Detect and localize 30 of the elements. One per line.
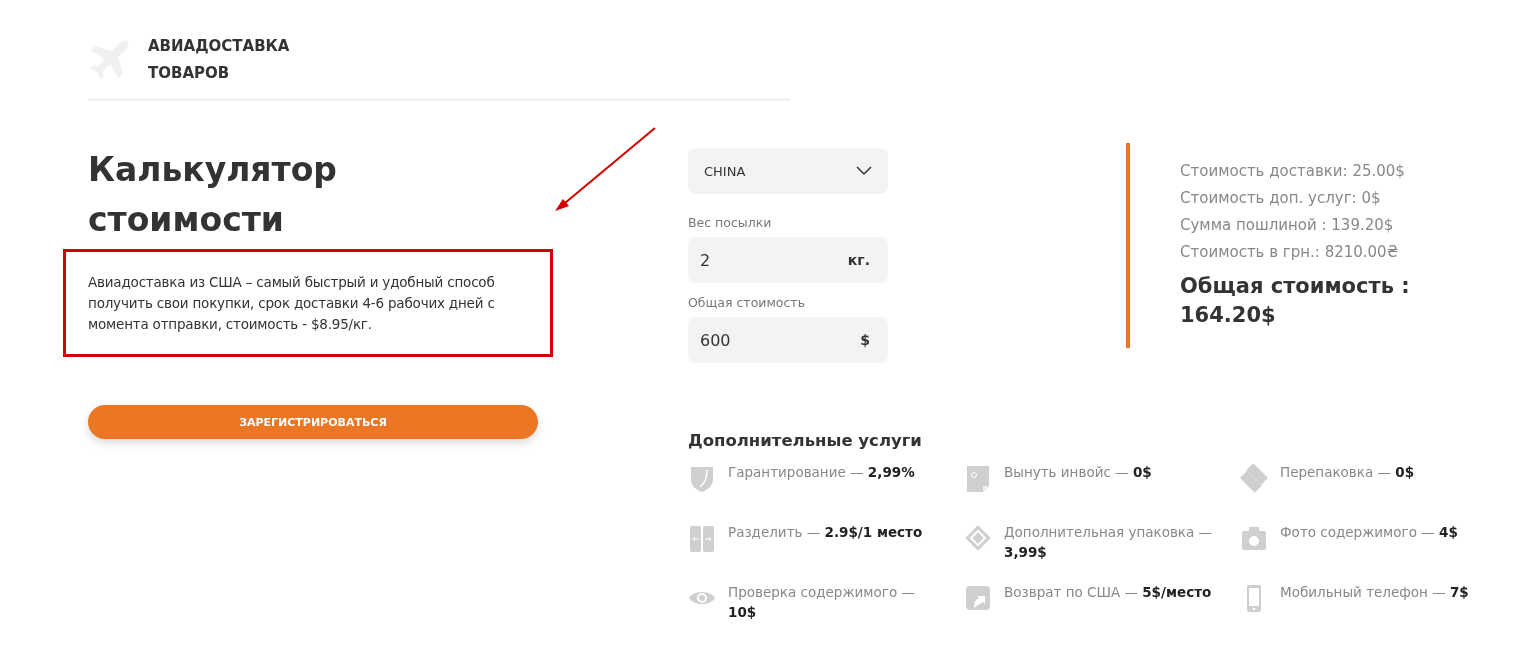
country-select[interactable]: CHINA: [688, 148, 888, 194]
summary-line: Стоимость доставки: 25.00$: [1180, 161, 1406, 182]
total-cost: Общая стоимость : 164.20$: [1180, 273, 1411, 329]
unit-label: $: [860, 332, 870, 348]
services-title: Дополнительные услуги: [688, 431, 923, 450]
service-label: Возврат по США — 5$/место: [1004, 583, 1213, 602]
chevron-icon: [856, 166, 872, 176]
summary-line: Сумма пошлиной : 139.20$: [1180, 215, 1395, 236]
input-field[interactable]: 2 кг.: [688, 237, 888, 283]
service-label: Гарантирование — 2,99%: [728, 463, 916, 482]
description: Авиадоставка из США – самый быстрый и удобный способ получить свои покупки, срок доставки 4-6 рабочих дней с момента отправки, стоимость - $8.95/кг.: [88, 273, 496, 334]
service-label: Перепаковка — 0$: [1280, 463, 1416, 482]
service-label: Дополнительная упаковка — 3,99$: [1004, 523, 1214, 562]
unit-label: кг.: [847, 252, 870, 268]
split-arrows-icon: [688, 524, 716, 554]
input-field[interactable]: 600 $: [688, 317, 888, 363]
section-title: АВИАДОСТАВКА ТОВАРОВ: [148, 36, 290, 84]
service-label: Проверка содержимого — 10$: [728, 583, 916, 622]
summary-line: Стоимость в грн.: 8210.00₴: [1180, 242, 1400, 263]
shield-icon: [688, 464, 716, 494]
document-icon: [964, 464, 992, 494]
service-label: Вынуть инвойс — 0$: [1004, 463, 1153, 482]
field-label: Общая стоимость: [688, 295, 806, 310]
field-label: Вес посылки: [688, 215, 773, 230]
service-label: Мобильный телефон — 7$: [1280, 583, 1470, 602]
page-heading: Калькулятор стоимости: [88, 149, 338, 241]
diamond-tiles-icon: [1240, 464, 1268, 494]
service-label: Фото содержимого — 4$: [1280, 523, 1459, 542]
service-label: Разделить — 2.9$/1 место: [728, 523, 924, 542]
summary-line: Стоимость доп. услуг: 0$: [1180, 188, 1382, 209]
